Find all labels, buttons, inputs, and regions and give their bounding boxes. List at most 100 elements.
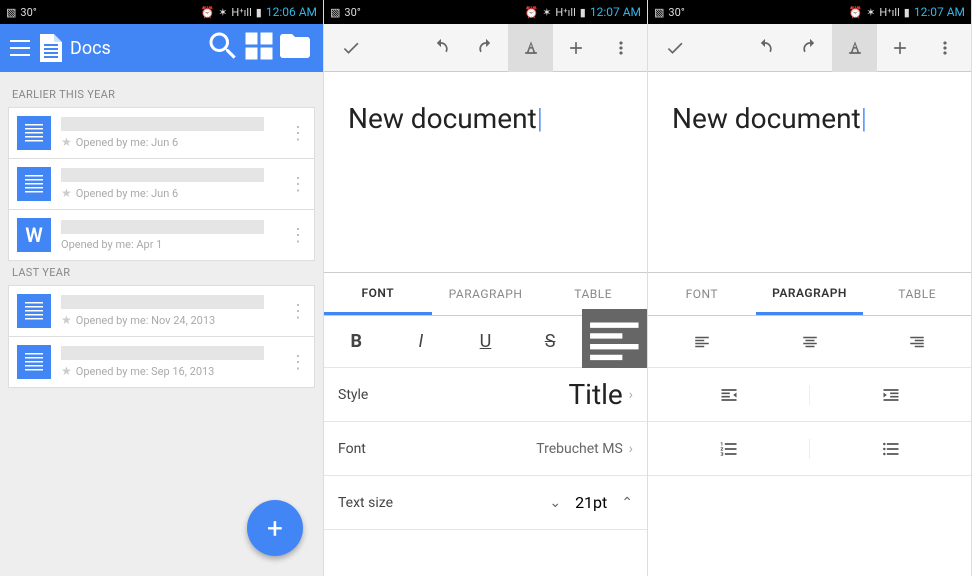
redo-button[interactable] xyxy=(463,24,508,72)
align-left-button[interactable] xyxy=(648,333,756,351)
underline-button[interactable]: U xyxy=(453,331,518,352)
document-title xyxy=(61,117,264,131)
redo-button[interactable] xyxy=(787,24,832,72)
row-overflow-button[interactable]: ⋮ xyxy=(286,123,310,144)
style-value: Title xyxy=(568,378,622,411)
strikethrough-button[interactable]: S xyxy=(518,331,583,352)
document-title xyxy=(61,295,264,309)
tab-paragraph[interactable]: PARAGRAPH xyxy=(756,273,864,315)
alarm-icon: ⏰ xyxy=(848,6,862,19)
chevron-right-icon: › xyxy=(629,387,633,403)
alignment-row xyxy=(648,316,971,368)
section-header: EARLIER THIS YEAR xyxy=(12,88,311,101)
search-button[interactable] xyxy=(205,28,241,69)
document-title xyxy=(61,168,264,182)
undo-button[interactable] xyxy=(742,24,787,72)
bold-button[interactable]: B xyxy=(324,331,389,352)
wifi-icon: ✶ xyxy=(218,6,227,19)
align-button[interactable] xyxy=(582,309,647,374)
tab-paragraph[interactable]: PARAGRAPH xyxy=(432,273,540,315)
clock: 12:06 AM xyxy=(266,5,317,19)
document-text: New document xyxy=(672,102,867,135)
overflow-button[interactable] xyxy=(922,24,967,72)
bulleted-list-button[interactable] xyxy=(810,439,971,459)
done-button[interactable] xyxy=(328,24,373,72)
create-document-fab[interactable]: + xyxy=(247,500,303,556)
tab-font[interactable]: FONT xyxy=(324,273,432,315)
list-row xyxy=(648,422,971,476)
temperature: 30° xyxy=(668,6,684,19)
row-overflow-button[interactable]: ⋮ xyxy=(286,352,310,373)
folder-button[interactable] xyxy=(277,28,313,69)
style-label: Style xyxy=(338,387,368,403)
text-format-button[interactable] xyxy=(832,24,877,72)
editor-toolbar xyxy=(324,24,647,72)
insert-button[interactable] xyxy=(553,24,598,72)
text-format-button[interactable] xyxy=(508,24,553,72)
clock: 12:07 AM xyxy=(590,5,641,19)
font-value: Trebuchet MS xyxy=(536,441,623,457)
document-canvas[interactable]: New document xyxy=(648,72,971,272)
size-decrease-button[interactable]: ⌄ xyxy=(549,495,561,511)
star-icon: ★ xyxy=(61,186,72,200)
docs-file-icon xyxy=(17,116,51,150)
document-meta: Opened by me: Jun 6 xyxy=(76,136,178,149)
tab-table[interactable]: TABLE xyxy=(863,273,971,315)
numbered-list-button[interactable] xyxy=(648,439,810,459)
italic-button[interactable]: I xyxy=(389,331,454,352)
signal-icon: H⁺ıll xyxy=(231,6,251,19)
indent-row xyxy=(648,368,971,422)
docs-file-icon xyxy=(17,345,51,379)
size-increase-button[interactable]: ⌃ xyxy=(621,495,633,511)
text-size-row: Text size ⌄ 21pt ⌃ xyxy=(324,476,647,530)
editor-toolbar xyxy=(648,24,971,72)
star-icon: ★ xyxy=(61,364,72,378)
docs-list-screen: ▧30° ⏰✶H⁺ıll▮12:06 AM Docs EARLIER THIS … xyxy=(0,0,324,576)
document-row[interactable]: ★Opened by me: Nov 24, 2013 ⋮ xyxy=(8,285,315,337)
row-overflow-button[interactable]: ⋮ xyxy=(286,301,310,322)
document-text: New document xyxy=(348,102,543,135)
done-button[interactable] xyxy=(652,24,697,72)
size-value: 21pt xyxy=(575,493,607,512)
document-title xyxy=(61,346,264,360)
document-canvas[interactable]: New document xyxy=(324,72,647,272)
docs-file-icon xyxy=(17,167,51,201)
format-tabs: FONT PARAGRAPH TABLE xyxy=(648,272,971,316)
signal-icon: H⁺ıll xyxy=(555,6,575,19)
align-right-button[interactable] xyxy=(863,333,971,351)
grid-view-button[interactable] xyxy=(241,28,277,69)
docs-logo-icon xyxy=(40,34,62,62)
undo-button[interactable] xyxy=(418,24,463,72)
app-title: Docs xyxy=(70,38,205,59)
drawer-icon[interactable] xyxy=(10,40,30,56)
status-bar: ▧30° ⏰✶H⁺ıll▮12:06 AM xyxy=(0,0,323,24)
text-style-row: B I U S xyxy=(324,316,647,368)
style-row[interactable]: Style Title › xyxy=(324,368,647,422)
document-row[interactable]: ★Opened by me: Jun 6 ⋮ xyxy=(8,107,315,159)
picture-icon: ▧ xyxy=(330,6,340,19)
overflow-button[interactable] xyxy=(598,24,643,72)
battery-icon: ▮ xyxy=(256,6,262,19)
docs-file-icon xyxy=(17,294,51,328)
document-row[interactable]: W Opened by me: Apr 1 ⋮ xyxy=(8,209,315,261)
row-overflow-button[interactable]: ⋮ xyxy=(286,225,310,246)
tab-font[interactable]: FONT xyxy=(648,273,756,315)
size-label: Text size xyxy=(338,495,393,511)
font-row[interactable]: Font Trebuchet MS › xyxy=(324,422,647,476)
document-row[interactable]: ★Opened by me: Sep 16, 2013 ⋮ xyxy=(8,336,315,388)
temperature: 30° xyxy=(20,6,36,19)
row-overflow-button[interactable]: ⋮ xyxy=(286,174,310,195)
picture-icon: ▧ xyxy=(654,6,664,19)
indent-decrease-button[interactable] xyxy=(810,385,971,405)
section-header: LAST YEAR xyxy=(12,266,311,279)
insert-button[interactable] xyxy=(877,24,922,72)
align-center-button[interactable] xyxy=(756,333,864,351)
document-row[interactable]: ★Opened by me: Jun 6 ⋮ xyxy=(8,158,315,210)
temperature: 30° xyxy=(344,6,360,19)
alarm-icon: ⏰ xyxy=(200,6,214,19)
battery-icon: ▮ xyxy=(580,6,586,19)
indent-increase-button[interactable] xyxy=(648,385,810,405)
app-bar: Docs xyxy=(0,24,323,72)
wifi-icon: ✶ xyxy=(542,6,551,19)
font-label: Font xyxy=(338,441,366,457)
